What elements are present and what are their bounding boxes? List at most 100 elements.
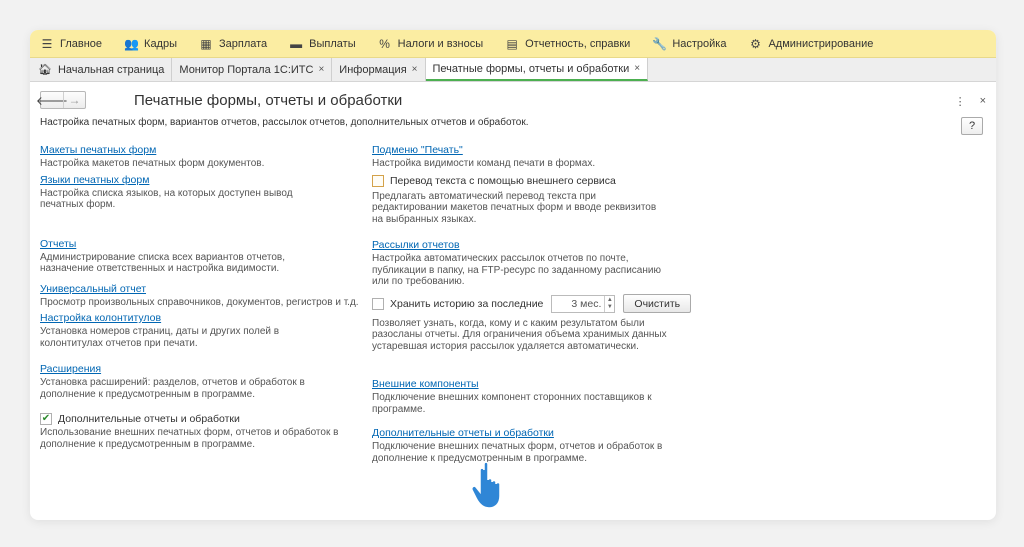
menu-item-label: Выплаты (309, 37, 356, 50)
block-print-submenu: Подменю "Печать" Настройка видимости ком… (372, 144, 704, 170)
block-mailings: Рассылки отчетов Настройка автоматически… (372, 239, 704, 288)
section-content: ⋮ × 🡐 → Печатные формы, отчеты и обработ… (30, 87, 996, 468)
additional-reports-desc: Использование внешних печатных форм, отч… (40, 427, 339, 450)
headers-footers-link[interactable]: Настройка колонтитулов (40, 312, 161, 325)
menu-item-reporting[interactable]: ▤ Отчетность, справки (505, 37, 630, 51)
back-arrow-icon[interactable]: 🡐 (36, 92, 68, 108)
additional-reports-link-desc: Подключение внешних печатных форм, отчет… (372, 441, 663, 464)
tab-label: Информация (339, 63, 407, 76)
translation-check-label: Перевод текста с помощью внешнего сервис… (390, 174, 616, 187)
close-icon[interactable]: × (318, 64, 324, 75)
menu-item-label: Налоги и взносы (397, 37, 484, 50)
history-check-label: Хранить историю за последние (390, 297, 544, 310)
translation-check-row: Перевод текста с помощью внешнего сервис… (372, 174, 704, 188)
universal-report-link[interactable]: Универсальный отчет (40, 283, 146, 296)
calculator-icon: ▦ (200, 36, 212, 51)
tab-label: Монитор Портала 1С:ИТС (179, 63, 314, 76)
history-checkbox[interactable] (372, 297, 384, 310)
settings-columns: Макеты печатных форм Настройка макетов п… (40, 144, 986, 468)
menu-item-label: Настройка (672, 37, 727, 50)
title-row: 🡐 → Печатные формы, отчеты и обработки (36, 87, 986, 113)
section-menubar: ☰ Главное 👥 Кадры ▦ Зарплата ▬ Выплаты %… (30, 30, 996, 58)
reports-link[interactable]: Отчеты (40, 238, 76, 251)
close-icon[interactable]: × (412, 64, 418, 75)
menu-item-label: Администрирование (768, 37, 874, 50)
menu-item-hr[interactable]: 👥 Кадры (124, 37, 177, 51)
clear-history-button[interactable]: Очистить (623, 294, 692, 313)
menu-item-payments[interactable]: ▬ Выплаты (289, 37, 355, 51)
mailings-desc: Настройка автоматических рассылок отчето… (372, 253, 661, 287)
menu-item-settings[interactable]: 🔧 Настройка (652, 37, 726, 51)
left-column: Макеты печатных форм Настройка макетов п… (40, 144, 372, 468)
menu-item-label: Зарплата (219, 37, 268, 50)
block-additional-reports-toggle: ✔ Дополнительные отчеты и обработки Испо… (40, 412, 372, 450)
forward-arrow-icon[interactable]: → (63, 92, 85, 108)
additional-reports-check-label: Дополнительные отчеты и обработки (58, 413, 240, 425)
block-print-layouts: Макеты печатных форм Настройка макетов п… (40, 144, 372, 170)
tab-information[interactable]: Информация × (332, 58, 426, 81)
home-icon: 🏠︎ (38, 64, 52, 76)
history-row: Хранить историю за последние ▲ ▼ Очистит… (372, 294, 704, 314)
translation-checkbox[interactable] (372, 174, 384, 187)
chevron-up-icon[interactable]: ▲ (607, 297, 613, 304)
block-headers-footers: Настройка колонтитулов Установка номеров… (40, 312, 372, 349)
tab-label: Печатные формы, отчеты и обработки (432, 62, 630, 75)
print-submenu-link[interactable]: Подменю "Печать" (372, 144, 463, 157)
tab-portal-monitor[interactable]: Монитор Портала 1С:ИТС × (172, 58, 333, 81)
close-icon[interactable]: × (980, 95, 986, 108)
block-universal-report: Универсальный отчет Просмотр произвольны… (40, 283, 372, 309)
extensions-desc: Установка расширений: разделов, отчетов … (40, 377, 305, 400)
menu-item-salary[interactable]: ▦ Зарплата (199, 37, 267, 51)
extensions-link[interactable]: Расширения (40, 363, 101, 376)
additional-reports-link[interactable]: Дополнительные отчеты и обработки (372, 427, 554, 440)
mailings-link[interactable]: Рассылки отчетов (372, 239, 460, 252)
documents-icon: ▤ (506, 36, 518, 51)
help-button[interactable]: ? (961, 117, 983, 135)
tab-label: Начальная страница (57, 63, 165, 76)
menu-item-taxes[interactable]: % Налоги и взносы (378, 36, 484, 51)
people-icon: 👥 (124, 36, 139, 51)
hamburger-icon: ☰ (41, 36, 53, 51)
app-window: ☰ Главное 👥 Кадры ▦ Зарплата ▬ Выплаты %… (30, 30, 996, 520)
block-reports: Отчеты Администрирование списка всех вар… (40, 238, 372, 275)
chevron-down-icon[interactable]: ▼ (607, 304, 613, 311)
block-history: Хранить историю за последние ▲ ▼ Очистит… (372, 294, 704, 353)
additional-reports-check-row: ✔ Дополнительные отчеты и обработки (40, 412, 372, 426)
headers-footers-desc: Установка номеров страниц, даты и других… (40, 326, 280, 349)
wallet-icon: ▬ (290, 36, 303, 51)
history-period-input[interactable] (552, 297, 605, 310)
print-languages-link[interactable]: Языки печатных форм (40, 174, 149, 187)
translation-desc: Предлагать автоматический перевод текста… (372, 190, 657, 225)
menu-item-label: Кадры (144, 37, 177, 50)
universal-report-desc: Просмотр произвольных справочников, доку… (40, 296, 359, 308)
percent-icon: % (379, 36, 390, 51)
gear-icon: ⚙ (750, 36, 761, 51)
additional-reports-checkbox[interactable]: ✔ (40, 413, 52, 425)
page-subtitle: Настройка печатных форм, вариантов отчет… (40, 117, 529, 128)
history-period-stepper[interactable]: ▲ ▼ (551, 294, 616, 313)
menu-item-label: Главное (60, 37, 103, 50)
block-additional-reports-link: Дополнительные отчеты и обработки Подклю… (372, 427, 704, 464)
more-icon[interactable]: ⋮ (955, 95, 966, 108)
external-components-desc: Подключение внешних компонент сторонних … (372, 392, 652, 415)
tab-print-forms[interactable]: Печатные формы, отчеты и обработки × (425, 58, 649, 81)
section-tabbar: 🏠︎ Начальная страница Монитор Портала 1С… (30, 58, 996, 82)
external-components-link[interactable]: Внешние компоненты (372, 378, 479, 391)
menu-item-main[interactable]: ☰ Главное (40, 37, 102, 51)
stepper-arrows-icon[interactable]: ▲ ▼ (604, 295, 614, 312)
menu-item-label: Отчетность, справки (525, 37, 631, 50)
right-column: Подменю "Печать" Настройка видимости ком… (372, 144, 704, 468)
print-layouts-link[interactable]: Макеты печатных форм (40, 144, 156, 157)
tab-home[interactable]: 🏠︎ Начальная страница (30, 58, 173, 81)
print-languages-desc: Настройка списка языков, на которых дост… (40, 187, 293, 211)
reports-desc: Администрирование списка всех вариантов … (40, 251, 285, 275)
window-actions: ⋮ × (955, 95, 986, 108)
close-icon[interactable]: × (634, 63, 640, 74)
wrench-icon: 🔧 (652, 36, 668, 51)
menu-item-admin[interactable]: ⚙ Администрирование (748, 37, 873, 51)
page-title: Печатные формы, отчеты и обработки (134, 91, 403, 109)
